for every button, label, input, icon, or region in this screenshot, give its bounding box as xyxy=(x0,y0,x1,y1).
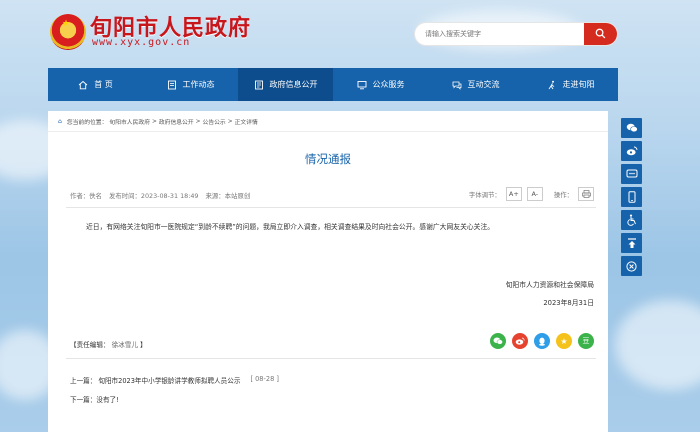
article-signature-date: 2023年8月31日 xyxy=(543,299,594,307)
qq-icon xyxy=(539,337,545,346)
breadcrumb-separator: > xyxy=(195,118,201,125)
share-weibo-button[interactable] xyxy=(512,333,528,349)
nav-item-label: 工作动态 xyxy=(182,80,215,89)
accessibility-icon xyxy=(626,214,636,226)
article-tools: 字体调节： A+ A- 操作： xyxy=(469,187,594,201)
floating-toolbar xyxy=(621,118,642,276)
next-article-link: 没有了! xyxy=(96,396,119,404)
wechat-icon xyxy=(493,337,503,345)
share-qzone-button[interactable]: ★ xyxy=(556,333,572,349)
star-icon: ★ xyxy=(62,19,71,29)
breadcrumb-separator: > xyxy=(227,118,233,125)
prev-article-label: 上一篇： xyxy=(70,377,97,385)
print-icon xyxy=(581,190,591,198)
float-weibo-button[interactable] xyxy=(621,141,642,161)
article-published-time: 发布时间：2023-08-31 18:49 xyxy=(108,192,199,200)
editor-label: 【责任编辑： xyxy=(70,341,110,349)
nav-item-label: 公众服务 xyxy=(372,80,405,89)
editor-name: 徐冰雪儿 xyxy=(111,341,138,349)
article-signature-org: 旬阳市人力资源和社会保障局 xyxy=(505,281,594,289)
qzone-icon: ★ xyxy=(560,336,568,346)
breadcrumb-separator: > xyxy=(152,118,157,125)
prev-article-link[interactable]: 旬阳市2023年中小学银龄讲学教师拟聘人员公示 xyxy=(98,375,240,385)
nav-item-about-xunyang[interactable]: 走进旬阳 xyxy=(523,68,618,101)
divider xyxy=(48,131,608,132)
chat-icon xyxy=(452,81,461,90)
monitor-icon xyxy=(357,80,366,89)
nav-item-label: 互动交流 xyxy=(467,80,500,89)
breadcrumb-link-disclosure[interactable]: 政府信息公开 xyxy=(159,117,194,126)
breadcrumb-current[interactable]: 正文详情 xyxy=(235,117,258,126)
weibo-icon xyxy=(626,146,637,156)
breadcrumb-link-home[interactable]: 旬阳市人民政府 xyxy=(109,117,150,126)
site-header: ★ 旬阳市人民政府 www.xyx.gov.cn xyxy=(0,0,700,70)
back-to-top-button[interactable] xyxy=(621,233,642,253)
nav-item-home[interactable]: 首 页 xyxy=(48,68,143,101)
editor-close: 】 xyxy=(139,341,147,349)
print-button[interactable] xyxy=(578,187,594,201)
next-article-label: 下一篇： xyxy=(70,396,97,404)
document-icon xyxy=(254,80,263,89)
wechat-icon xyxy=(626,123,638,133)
mobile-icon xyxy=(628,191,635,203)
share-douban-button[interactable]: 豆 xyxy=(578,333,594,349)
font-increase-button[interactable]: A+ xyxy=(505,187,522,201)
breadcrumb: ⌂ 您当前的位置： 旬阳市人民政府 > 政府信息公开 > 公告公示 > 正文详情 xyxy=(58,117,258,126)
news-icon xyxy=(167,80,176,89)
float-mobile-button[interactable] xyxy=(621,187,642,207)
divider xyxy=(66,358,596,359)
float-close-button[interactable] xyxy=(621,256,642,276)
float-accessibility-button[interactable] xyxy=(621,210,642,230)
share-wechat-button[interactable] xyxy=(490,333,506,349)
nav-item-info-disclosure[interactable]: 政府信息公开 xyxy=(238,68,333,101)
search-button[interactable] xyxy=(584,23,617,45)
breadcrumb-prefix: 您当前的位置： xyxy=(66,120,108,126)
float-app-button[interactable] xyxy=(621,164,642,184)
nav-item-label: 首 页 xyxy=(94,80,113,89)
font-decrease-button[interactable]: A- xyxy=(526,187,543,201)
nav-item-label: 走进旬阳 xyxy=(562,80,595,89)
nav-item-interaction[interactable]: 互动交流 xyxy=(428,68,523,101)
search-box xyxy=(415,23,617,45)
article-source: 来源：本站原创 xyxy=(205,192,251,200)
prev-article-date: [ 08-28 ] xyxy=(250,375,279,383)
site-url: www.xyx.gov.cn xyxy=(92,37,191,48)
main-nav: 首 页 工作动态 政府信息公开 公众服务 互动交流 走进旬阳 xyxy=(48,68,618,101)
divider xyxy=(66,207,596,208)
back-to-top-icon xyxy=(627,237,636,248)
search-icon xyxy=(595,28,606,39)
article-meta: 作者：佚名 发布时间：2023-08-31 18:49 来源：本站原创 xyxy=(70,191,250,200)
douban-icon: 豆 xyxy=(582,337,590,345)
weibo-icon xyxy=(515,337,525,345)
article-title: 情况通报 xyxy=(305,152,351,166)
nav-item-work-news[interactable]: 工作动态 xyxy=(143,68,238,101)
responsible-editor: 【责任编辑： 徐冰雪儿 】 xyxy=(70,339,147,349)
nav-item-label: 政府信息公开 xyxy=(269,80,318,89)
font-size-label: 字体调节： xyxy=(468,190,501,199)
breadcrumb-link-notices[interactable]: 公告公示 xyxy=(203,117,226,126)
cloud-decoration xyxy=(615,300,700,390)
national-emblem-logo: ★ xyxy=(50,14,86,50)
close-icon xyxy=(626,260,637,272)
app-icon xyxy=(626,169,637,178)
article-panel: ⌂ 您当前的位置： 旬阳市人民政府 > 政府信息公开 > 公告公示 > 正文详情… xyxy=(48,111,608,432)
home-icon xyxy=(78,80,88,89)
search-input[interactable] xyxy=(415,23,585,45)
article-body: 近日，有网络关注旬阳市一医院规定“到龄不续聘”的问题，我局立即介入调查，相关调查… xyxy=(86,223,495,231)
next-article: 下一篇：没有了! xyxy=(70,394,119,404)
share-qq-button[interactable] xyxy=(534,333,550,349)
article-author: 作者：佚名 xyxy=(70,192,102,200)
walk-icon xyxy=(548,80,554,89)
share-bar: ★ 豆 xyxy=(490,333,594,349)
float-wechat-button[interactable] xyxy=(621,118,642,138)
prev-article: 上一篇： 旬阳市2023年中小学银龄讲学教师拟聘人员公示 [ 08-28 ] xyxy=(70,375,279,385)
location-icon: ⌂ xyxy=(58,118,62,125)
action-label: 操作： xyxy=(553,190,573,199)
nav-item-public-service[interactable]: 公众服务 xyxy=(333,68,428,101)
